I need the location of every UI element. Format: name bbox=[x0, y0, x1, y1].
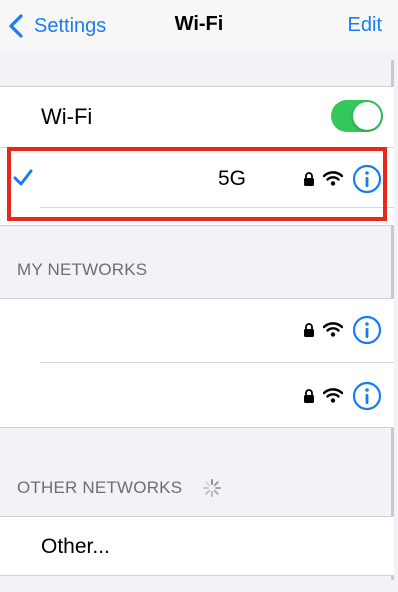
info-icon[interactable] bbox=[352, 381, 382, 411]
wifi-signal-icon bbox=[323, 322, 343, 337]
loading-spinner-icon bbox=[203, 479, 221, 497]
highlight-box bbox=[7, 147, 387, 221]
other-network-button[interactable]: Other... bbox=[41, 535, 110, 559]
wifi-toggle[interactable] bbox=[331, 100, 383, 132]
toggle-knob bbox=[353, 102, 381, 130]
navigation-bar: Settings Wi-Fi Edit bbox=[0, 0, 398, 52]
info-icon[interactable] bbox=[352, 315, 382, 345]
lock-icon bbox=[304, 389, 314, 403]
lock-icon bbox=[304, 323, 314, 337]
wifi-label: Wi-Fi bbox=[41, 104, 93, 129]
page-title: Wi-Fi bbox=[174, 13, 224, 35]
wifi-signal-icon bbox=[323, 388, 343, 403]
edit-button[interactable]: Edit bbox=[348, 14, 382, 37]
my-networks-header: MY NETWORKS bbox=[17, 260, 148, 279]
other-networks-header: OTHER NETWORKS bbox=[17, 478, 183, 497]
my-networks-group bbox=[0, 298, 394, 428]
